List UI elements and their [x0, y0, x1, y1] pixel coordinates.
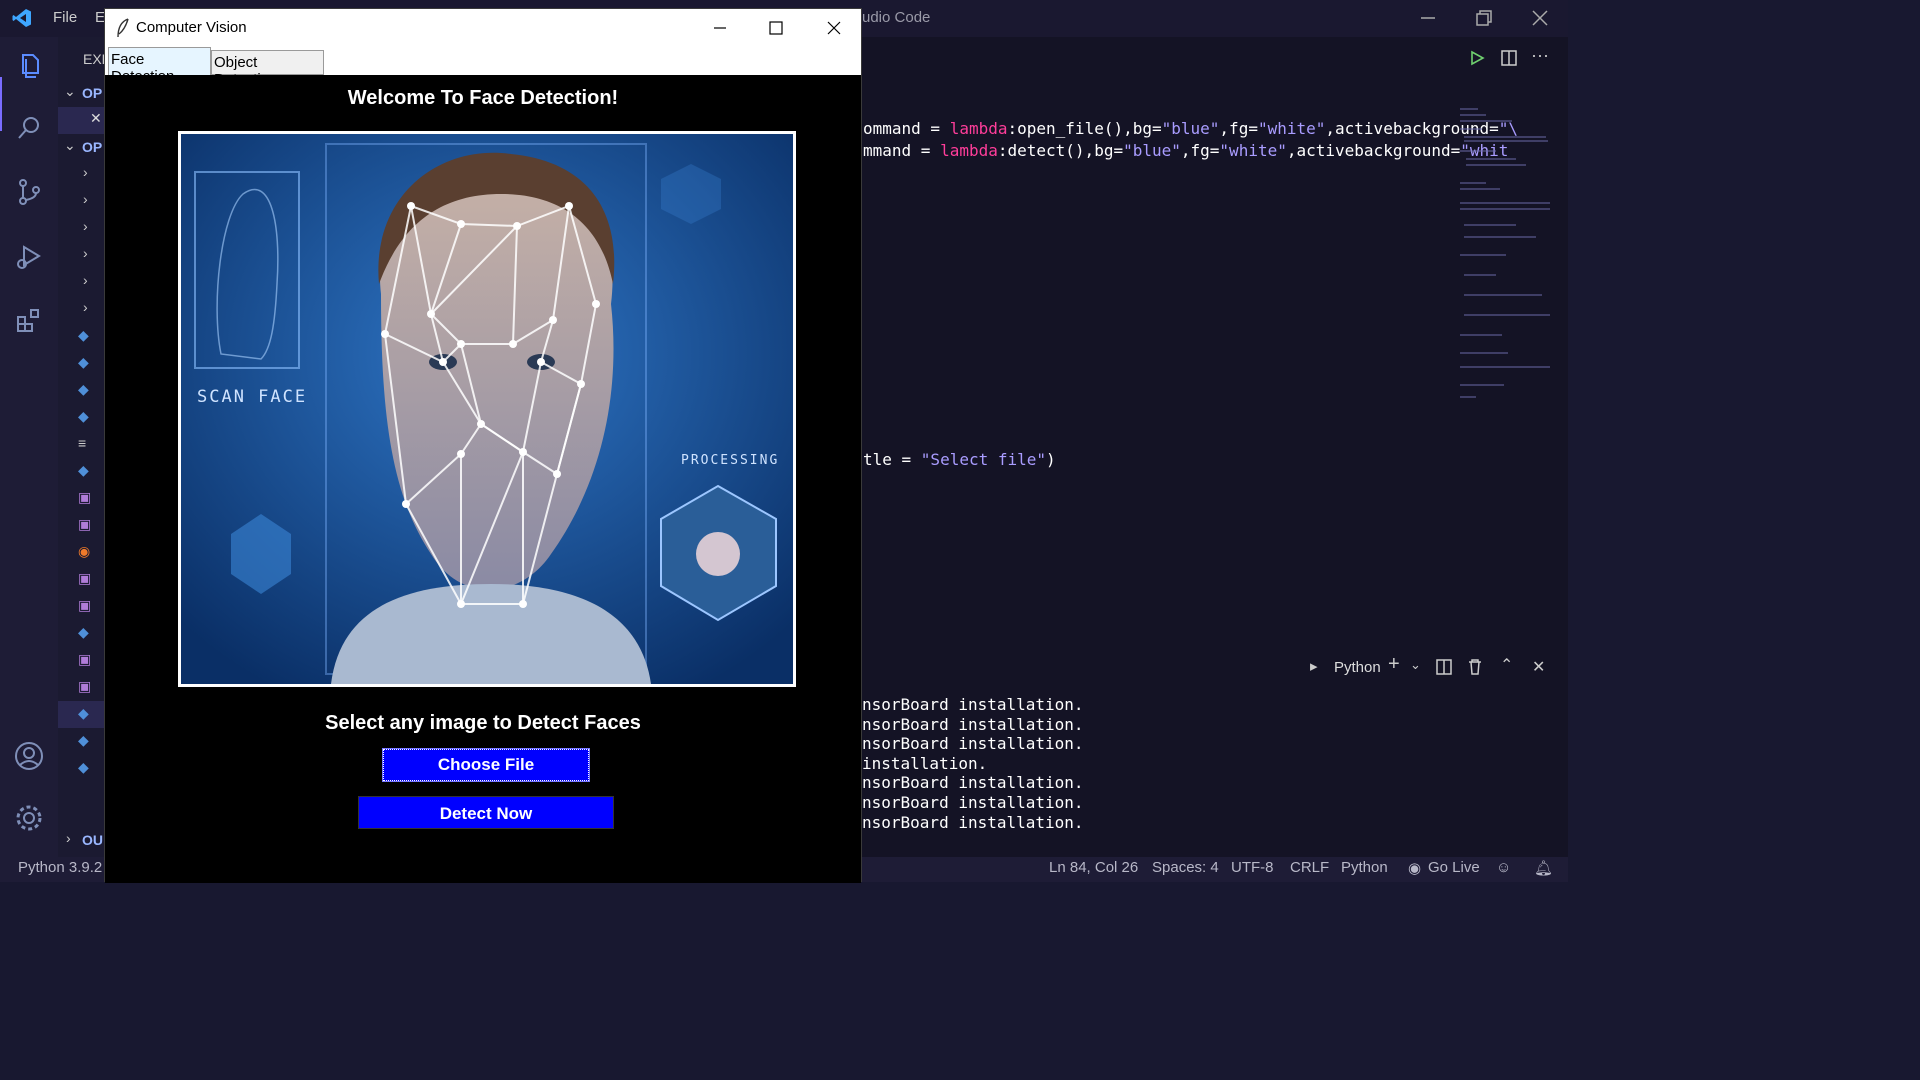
run-icon[interactable] — [1468, 49, 1486, 67]
python-file-icon[interactable]: ◆ — [78, 462, 89, 479]
gear-icon[interactable] — [14, 803, 44, 833]
terminal-line: nsorBoard installation. — [862, 793, 1084, 812]
face-detection-tab-content: Welcome To Face Detection! SCAN FACE PRO… — [105, 75, 861, 883]
sidebar-open-file[interactable]: ✕ — [58, 107, 104, 134]
image-file-icon[interactable]: ▣ — [78, 516, 91, 533]
folder-chevron-icon[interactable]: › — [83, 191, 88, 207]
sidebar-section-outline[interactable]: › OU — [58, 827, 104, 854]
select-instructions: Select any image to Detect Faces — [325, 712, 641, 734]
terminal-line: installation. — [862, 754, 988, 773]
maximize-panel-icon[interactable]: ⌃ — [1500, 655, 1513, 675]
split-terminal-icon[interactable] — [1436, 659, 1452, 675]
active-indicator — [0, 77, 2, 131]
close-editor-icon[interactable]: ✕ — [90, 110, 102, 127]
feedback-icon[interactable]: ☺ — [1496, 859, 1511, 876]
folder-chevron-icon[interactable]: › — [83, 218, 88, 234]
python-file-icon[interactable]: ◆ — [78, 381, 89, 398]
welcome-heading: Welcome To Face Detection! — [347, 87, 619, 109]
vscode-logo-icon — [12, 9, 31, 27]
tk-titlebar[interactable]: Computer Vision — [105, 9, 861, 47]
extensions-icon[interactable] — [14, 305, 44, 335]
vscode-title: udio Code — [862, 9, 931, 26]
terminal-line: nsorBoard installation. — [862, 734, 1084, 753]
image-file-icon[interactable]: ▣ — [78, 597, 91, 614]
window-title: Computer Vision — [136, 19, 247, 36]
new-terminal-icon[interactable]: + — [1388, 653, 1400, 676]
terminal-line: nsorBoard installation. — [862, 695, 1084, 714]
encoding[interactable]: UTF-8 — [1231, 859, 1274, 876]
choose-file-button[interactable]: Choose File — [382, 748, 590, 782]
terminal-line: nsorBoard installation. — [862, 715, 1084, 734]
restore-icon[interactable] — [1472, 6, 1496, 30]
code-line: tle = "Select file") — [863, 450, 1056, 469]
folder-chevron-icon[interactable]: › — [83, 245, 88, 261]
image-file-icon[interactable]: ▣ — [78, 678, 91, 695]
close-icon[interactable] — [825, 19, 843, 37]
terminal-line: nsorBoard installation. — [862, 813, 1084, 832]
explorer-sidebar: EXF ⌄ OP ✕ ⌄ OP › › › › › › ◆ ◆ ◆ ◆ ≡ ◆ … — [58, 37, 104, 857]
computer-vision-window: Computer Vision Face Detection Object De… — [104, 8, 862, 883]
scan-face-label: SCAN FACE — [197, 387, 307, 407]
more-actions-icon[interactable]: ··· — [1531, 45, 1549, 66]
python-file-icon[interactable]: ◆ — [78, 408, 89, 425]
feather-icon — [117, 18, 129, 38]
minimap[interactable] — [1456, 105, 1552, 405]
activity-bar — [0, 37, 58, 857]
chevron-down-icon[interactable]: ⌄ — [1410, 657, 1421, 673]
folder-chevron-icon[interactable]: › — [83, 299, 88, 315]
python-file-icon[interactable]: ◆ — [78, 732, 89, 749]
image-file-icon[interactable]: ▣ — [78, 489, 91, 506]
minimize-icon[interactable] — [1416, 6, 1440, 30]
detect-now-button[interactable]: Detect Now — [358, 796, 614, 829]
code-line: mmand = lambda:detect(),bg="blue",fg="wh… — [863, 141, 1509, 160]
account-icon[interactable] — [14, 741, 44, 771]
close-panel-icon[interactable]: ✕ — [1532, 657, 1545, 677]
language-mode[interactable]: Python — [1341, 859, 1388, 876]
rss-file-icon[interactable]: ◉ — [78, 543, 90, 560]
editor-toolbar: ··· — [1460, 45, 1560, 71]
maximize-icon[interactable] — [767, 19, 785, 37]
bell-icon[interactable]: 🔔︎ — [1534, 859, 1553, 877]
text-file-icon[interactable]: ≡ — [78, 435, 86, 451]
run-debug-icon[interactable] — [14, 241, 44, 271]
broadcast-icon: ◉ — [1408, 860, 1422, 877]
python-file-icon[interactable]: ◆ — [78, 759, 89, 776]
python-version[interactable]: Python 3.9.2 — [18, 859, 102, 876]
go-live[interactable]: Go Live — [1428, 859, 1480, 876]
face-scan-image: SCAN FACE PROCESSING — [178, 131, 796, 687]
terminal-label[interactable]: Python — [1334, 659, 1381, 676]
sidebar-section-project[interactable]: ⌄ OP — [58, 134, 104, 161]
image-file-icon[interactable]: ▣ — [78, 570, 91, 587]
face-scan-illustration: SCAN FACE PROCESSING — [181, 134, 793, 684]
sidebar-section-open-editors[interactable]: ⌄ OP — [58, 80, 104, 107]
selected-file-row[interactable]: ◆ — [58, 701, 104, 728]
line-ending[interactable]: CRLF — [1290, 859, 1329, 876]
indentation[interactable]: Spaces: 4 — [1152, 859, 1219, 876]
python-file-icon[interactable]: ◆ — [78, 354, 89, 371]
code-line: ommand = lambda:open_file(),bg="blue",fg… — [863, 119, 1519, 138]
image-file-icon[interactable]: ▣ — [78, 651, 91, 668]
trash-icon[interactable] — [1467, 658, 1483, 676]
explorer-header: EXF — [83, 51, 104, 67]
close-icon[interactable] — [1528, 6, 1552, 30]
processing-label: PROCESSING — [681, 453, 779, 468]
split-editor-icon[interactable] — [1500, 49, 1518, 67]
minimize-icon[interactable] — [711, 19, 729, 37]
notebook-tabs: Face Detection Object Detection — [105, 47, 861, 88]
folder-chevron-icon[interactable]: › — [83, 164, 88, 180]
cursor-position[interactable]: Ln 84, Col 26 — [1049, 859, 1138, 876]
tab-object-detection[interactable]: Object Detection — [211, 50, 324, 88]
terminal-line: nsorBoard installation. — [862, 773, 1084, 792]
terminal-shell-icon[interactable]: ▸ — [1310, 657, 1318, 675]
explorer-icon[interactable] — [14, 51, 44, 81]
python-file-icon[interactable]: ◆ — [78, 327, 89, 344]
tab-face-detection[interactable]: Face Detection — [108, 47, 211, 85]
folder-chevron-icon[interactable]: › — [83, 272, 88, 288]
source-control-icon[interactable] — [14, 177, 44, 207]
menu-file[interactable]: File — [53, 9, 77, 26]
python-file-icon[interactable]: ◆ — [78, 624, 89, 641]
search-icon[interactable] — [14, 113, 44, 143]
